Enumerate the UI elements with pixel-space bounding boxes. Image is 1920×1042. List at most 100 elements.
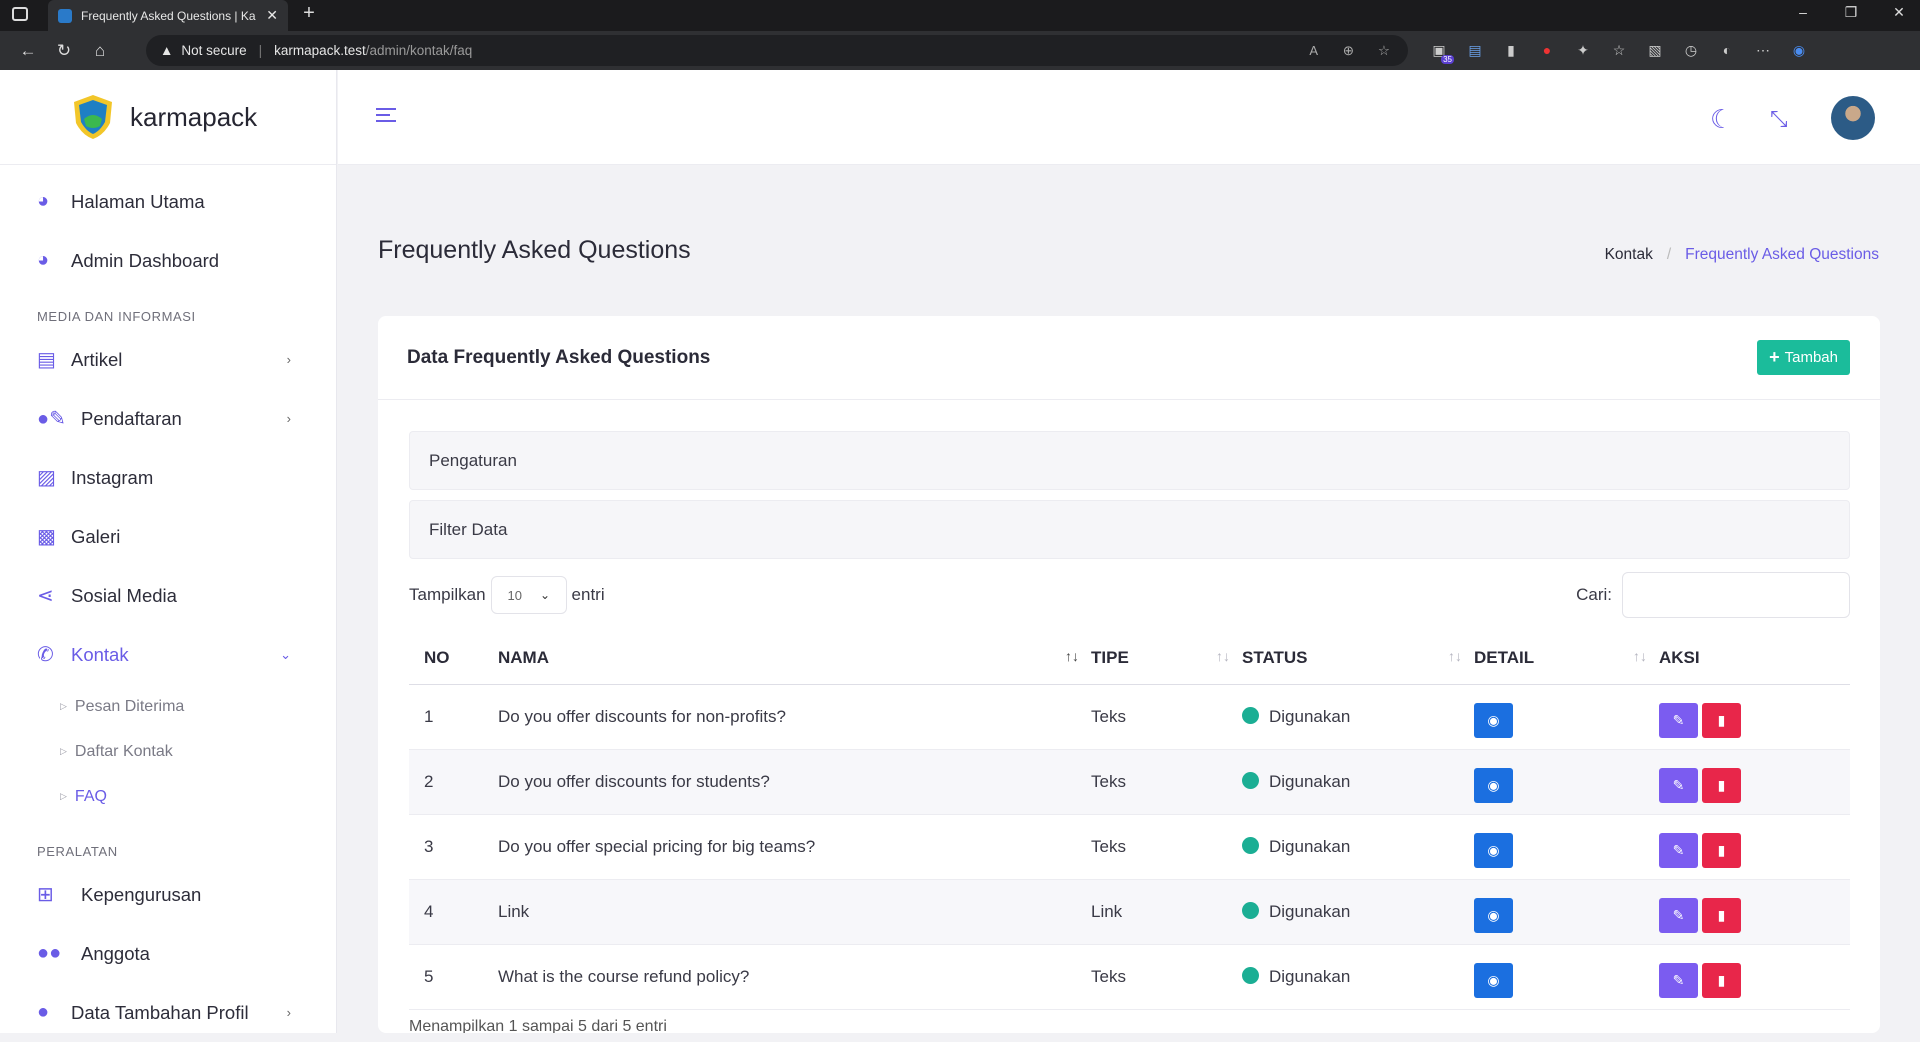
sidebar-item-label: Kontak bbox=[71, 643, 129, 665]
close-tab-icon[interactable]: ✕ bbox=[266, 7, 278, 24]
minimize-icon[interactable]: – bbox=[1788, 4, 1818, 20]
copilot-icon[interactable]: ◉ bbox=[1784, 36, 1814, 64]
delete-button[interactable]: ▮ bbox=[1702, 768, 1741, 803]
extensions-icon[interactable]: ✦ bbox=[1568, 36, 1598, 64]
page-length-select[interactable]: 10 ⌄ bbox=[490, 576, 567, 614]
sidebar-item-admin-dashboard[interactable]: ◕ Admin Dashboard bbox=[0, 231, 336, 290]
tab-actions-icon[interactable] bbox=[12, 7, 28, 21]
filter-accordion[interactable]: Filter Data bbox=[409, 500, 1850, 559]
cell-nama: Do you offer discounts for students? bbox=[498, 749, 1091, 815]
translate-icon[interactable]: ▤ bbox=[1460, 36, 1490, 64]
sidebar-item-data-tambahan-profil[interactable]: ● Data Tambahan Profil › bbox=[0, 983, 336, 1042]
extension-badge-icon[interactable]: ▣ 35 bbox=[1424, 36, 1454, 64]
add-button[interactable]: + Tambah bbox=[1757, 340, 1850, 375]
edit-button[interactable]: ✎ bbox=[1659, 963, 1698, 998]
sidebar-item-sosial-media[interactable]: ⋖ Sosial Media bbox=[0, 566, 336, 625]
url-host: karmapack.test bbox=[274, 43, 366, 58]
delete-button[interactable]: ▮ bbox=[1702, 703, 1741, 738]
column-header-label: AKSI bbox=[1659, 647, 1700, 667]
extension-red-icon[interactable]: ● bbox=[1532, 36, 1562, 64]
browser-tab[interactable]: Frequently Asked Questions | Ka ✕ bbox=[48, 0, 288, 31]
restore-icon[interactable]: ❐ bbox=[1836, 4, 1866, 21]
delete-button[interactable]: ▮ bbox=[1702, 963, 1741, 998]
column-header-nama[interactable]: NAMA ↑↓ bbox=[498, 632, 1091, 685]
extension-icon[interactable]: ▮ bbox=[1496, 36, 1526, 64]
history-icon[interactable]: ◷ bbox=[1676, 36, 1706, 64]
trash-icon: ▮ bbox=[1717, 907, 1726, 923]
security-label: Not secure bbox=[181, 43, 247, 58]
eye-icon: ◉ bbox=[1487, 777, 1500, 793]
avatar[interactable] bbox=[1831, 96, 1875, 140]
favorite-add-icon[interactable]: ☆ bbox=[1378, 43, 1390, 59]
sidebar-subitem-pesan-diterima[interactable]: ▷ Pesan Diterima bbox=[0, 684, 336, 729]
status-dot-icon bbox=[1242, 966, 1259, 984]
favorites-icon[interactable]: ☆ bbox=[1604, 36, 1634, 64]
view-button[interactable]: ◉ bbox=[1474, 963, 1513, 998]
search-input[interactable] bbox=[1622, 572, 1850, 618]
reload-icon[interactable]: ↻ bbox=[46, 36, 82, 66]
sidebar-subitem-faq[interactable]: ▷ FAQ bbox=[0, 774, 336, 819]
cell-tipe: Link bbox=[1091, 879, 1242, 945]
view-button[interactable]: ◉ bbox=[1474, 833, 1513, 868]
data-card: Data Frequently Asked Questions + Tambah… bbox=[378, 316, 1880, 1033]
column-header-label: DETAIL bbox=[1474, 647, 1535, 667]
collections-icon[interactable]: ▧ bbox=[1640, 36, 1670, 64]
plus-icon: + bbox=[1769, 347, 1780, 367]
sidebar-item-kontak[interactable]: ✆ Kontak ⌄ bbox=[0, 625, 336, 684]
column-header-label: STATUS bbox=[1242, 647, 1308, 667]
sidebar-item-pendaftaran[interactable]: ●✎ Pendaftaran › bbox=[0, 389, 336, 448]
profile-icon[interactable]: ◐ bbox=[1712, 36, 1742, 64]
faq-table: NO NAMA ↑↓ TIPE ↑↓ STATUS ↑↓ DETAIL ↑↓ AKSI … bbox=[409, 632, 1850, 1010]
view-button[interactable]: ◉ bbox=[1474, 898, 1513, 933]
zoom-icon[interactable]: ⊕ bbox=[1343, 43, 1354, 59]
column-header-tipe[interactable]: TIPE ↑↓ bbox=[1091, 632, 1242, 685]
new-tab-icon[interactable]: + bbox=[296, 2, 322, 25]
column-header-status[interactable]: STATUS ↑↓ bbox=[1242, 632, 1474, 685]
exit-fullscreen-icon[interactable]: ⤡ bbox=[1770, 106, 1788, 132]
sidebar-item-anggota[interactable]: ●● Anggota bbox=[0, 924, 336, 983]
status-label: Digunakan bbox=[1269, 901, 1351, 921]
view-button[interactable]: ◉ bbox=[1474, 703, 1513, 738]
table-row: 1 Do you offer discounts for non-profits… bbox=[409, 684, 1850, 750]
sidebar-item-halaman-utama[interactable]: ◕ Halaman Utama bbox=[0, 172, 336, 231]
column-header-label: NO bbox=[424, 647, 450, 667]
column-header-detail[interactable]: DETAIL ↑↓ bbox=[1474, 632, 1659, 685]
menu-toggle-icon[interactable] bbox=[376, 108, 396, 124]
cell-detail: ◉ bbox=[1474, 814, 1659, 880]
sidebar-item-instagram[interactable]: ▨ Instagram bbox=[0, 448, 336, 507]
sidebar-item-galeri[interactable]: ▩ Galeri bbox=[0, 507, 336, 566]
sidebar-item-kepengurusan[interactable]: ⊞ Kepengurusan bbox=[0, 865, 336, 924]
sort-icon: ↑↓ bbox=[1633, 647, 1647, 664]
page-length-value: 10 bbox=[507, 587, 523, 603]
home-icon[interactable]: ⌂ bbox=[82, 36, 118, 66]
breadcrumb: Kontak / Frequently Asked Questions bbox=[1605, 246, 1879, 264]
edit-button[interactable]: ✎ bbox=[1659, 768, 1698, 803]
breadcrumb-item-kontak[interactable]: Kontak bbox=[1605, 246, 1653, 264]
read-aloud-icon[interactable]: A bbox=[1309, 43, 1318, 58]
cell-aksi: ✎ ▮ bbox=[1659, 749, 1850, 815]
sidebar-subitem-daftar-kontak[interactable]: ▷ Daftar Kontak bbox=[0, 729, 336, 774]
more-icon[interactable]: ⋯ bbox=[1748, 36, 1778, 64]
delete-button[interactable]: ▮ bbox=[1702, 898, 1741, 933]
section-title-tools: PERALATAN bbox=[37, 844, 118, 859]
delete-button[interactable]: ▮ bbox=[1702, 833, 1741, 868]
brand[interactable]: karmapack bbox=[0, 70, 336, 165]
dark-mode-icon[interactable]: ☾ bbox=[1710, 104, 1733, 135]
close-window-icon[interactable]: ✕ bbox=[1884, 4, 1914, 21]
add-button-label: Tambah bbox=[1784, 349, 1838, 366]
sidebar-item-label: Halaman Utama bbox=[71, 190, 205, 212]
edit-button[interactable]: ✎ bbox=[1659, 833, 1698, 868]
edit-button[interactable]: ✎ bbox=[1659, 703, 1698, 738]
cell-status: Digunakan bbox=[1242, 684, 1474, 750]
settings-accordion[interactable]: Pengaturan bbox=[409, 431, 1850, 490]
cell-nama: Do you offer special pricing for big tea… bbox=[498, 814, 1091, 880]
view-button[interactable]: ◉ bbox=[1474, 768, 1513, 803]
sidebar-item-artikel[interactable]: ▤ Artikel › bbox=[0, 330, 336, 389]
address-bar[interactable]: ▲ Not secure | karmapack.test /admin/kon… bbox=[146, 35, 1408, 66]
cell-tipe: Teks bbox=[1091, 944, 1242, 1010]
edit-button[interactable]: ✎ bbox=[1659, 898, 1698, 933]
cell-aksi: ✎ ▮ bbox=[1659, 944, 1850, 1010]
cell-tipe: Teks bbox=[1091, 684, 1242, 750]
sidebar-item-label: Kepengurusan bbox=[81, 883, 202, 905]
back-icon[interactable]: ← bbox=[10, 36, 46, 66]
